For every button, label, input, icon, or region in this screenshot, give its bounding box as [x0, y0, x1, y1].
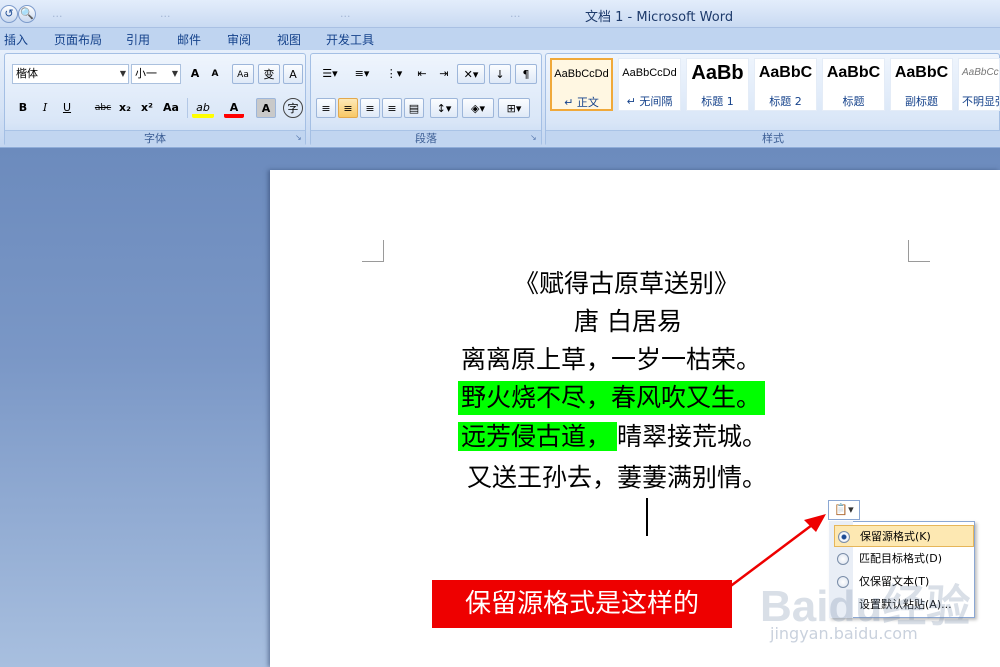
bullets-icon[interactable]: ☰▾	[316, 64, 344, 84]
subscript-button[interactable]: x₂	[116, 98, 134, 118]
numbering-icon[interactable]: ≡▾	[348, 64, 376, 84]
style-name: 标题 1	[701, 95, 734, 108]
font-color-button[interactable]: A	[224, 98, 244, 118]
style-no-spacing[interactable]: AaBbCcDd ↵ 无间隔	[618, 58, 681, 111]
show-marks-icon[interactable]: ¶	[515, 64, 537, 84]
style-normal[interactable]: AaBbCcDd ↵ 正文	[550, 58, 613, 111]
shading-icon[interactable]: ◈▾	[462, 98, 494, 118]
styles-group-label: 样式	[546, 130, 1000, 146]
italic-button[interactable]: I	[36, 98, 54, 118]
char-border-button[interactable]: A	[283, 64, 303, 84]
style-title[interactable]: AaBbC 标题	[822, 58, 885, 111]
style-heading-1[interactable]: AaBb 标题 1	[686, 58, 749, 111]
poem-title: 《赋得古原草送别》	[514, 269, 740, 298]
distributed-icon[interactable]: ▤	[404, 98, 424, 118]
title-bar	[0, 0, 1000, 28]
style-sample: AaBbCcI	[962, 67, 1000, 78]
highlighted-segment: 远芳侵古道，	[458, 422, 618, 451]
style-name: 副标题	[905, 95, 938, 108]
poem-line-3: 远芳侵古道， 晴翠接荒城。	[458, 420, 767, 454]
window-title: 文档 1 - Microsoft Word	[585, 10, 734, 25]
style-name: 不明显强	[962, 95, 999, 108]
style-subtle-emphasis[interactable]: AaBbCcI 不明显强	[958, 58, 1000, 111]
superscript-button[interactable]: x²	[138, 98, 156, 118]
tab-review[interactable]: 审阅	[227, 31, 251, 48]
font-name-combo[interactable]: 楷体 ▼	[12, 64, 129, 84]
style-sample: AaBbCcDd	[622, 67, 677, 79]
align-left-icon[interactable]: ≡	[316, 98, 336, 118]
sort-icon[interactable]: ↓	[489, 64, 511, 84]
style-heading-2[interactable]: AaBbC 标题 2	[754, 58, 817, 111]
faded-tab-1: ...	[52, 7, 63, 20]
borders-icon[interactable]: ⊞▾	[498, 98, 530, 118]
style-subtitle[interactable]: AaBbC 副标题	[890, 58, 953, 111]
strikethrough-button[interactable]: abc	[92, 98, 114, 118]
margin-corner-mark	[362, 240, 384, 262]
font-size-combo[interactable]: 小一 ▼	[131, 64, 181, 84]
shrink-font-button[interactable]: A	[206, 64, 224, 84]
clear-format-button[interactable]: Aa	[232, 64, 254, 84]
tab-developer[interactable]: 开发工具	[326, 31, 374, 48]
font-size-value: 小一	[135, 67, 157, 80]
style-sample: AaBbC	[826, 64, 881, 81]
change-case-button[interactable]: Aa	[160, 98, 182, 118]
line-spacing-icon[interactable]: ↕▾	[430, 98, 458, 118]
align-right-icon[interactable]: ≡	[360, 98, 380, 118]
style-sample: AaBbC	[758, 64, 813, 81]
faded-tab-4: ...	[510, 7, 521, 20]
poem-line-2-highlighted: 野火烧不尽，春风吹又生。	[458, 381, 766, 415]
undo-icon[interactable]: ↺	[0, 5, 18, 23]
tab-view[interactable]: 视图	[277, 31, 301, 48]
style-name: 标题 2	[769, 95, 802, 108]
style-name: ↵ 无间隔	[626, 95, 673, 108]
tab-page-layout[interactable]: 页面布局	[54, 31, 102, 48]
poem-line-4: 又送王孙去，萋萋满别情。	[467, 463, 768, 492]
tab-references[interactable]: 引用	[126, 31, 150, 48]
separator	[187, 98, 188, 118]
menu-item-label: 匹配目标格式(D)	[859, 552, 943, 565]
style-sample: AaBbCcDd	[554, 68, 609, 80]
font-dialog-launcher-icon[interactable]: ↘	[295, 133, 302, 142]
chevron-down-icon: ▼	[171, 69, 178, 78]
style-sample: AaBbC	[894, 64, 949, 81]
font-name-value: 楷体	[16, 67, 38, 80]
baidu-watermark-url: jingyan.baidu.com	[770, 624, 918, 643]
multilevel-list-icon[interactable]: ⋮▾	[380, 64, 408, 84]
decrease-indent-icon[interactable]: ⇤	[412, 64, 432, 84]
underline-button[interactable]: U	[58, 98, 76, 118]
faded-tab-3: ...	[340, 7, 351, 20]
tab-mailings[interactable]: 邮件	[177, 31, 201, 48]
increase-indent-icon[interactable]: ⇥	[434, 64, 454, 84]
paragraph-dialog-launcher-icon[interactable]: ↘	[530, 133, 537, 142]
style-name: ↵ 正文	[564, 96, 599, 109]
chinese-layout-icon[interactable]: ✕▾	[457, 64, 485, 84]
enclose-char-button[interactable]: 字	[283, 98, 303, 118]
margin-corner-mark	[908, 240, 930, 262]
style-name: 标题	[842, 95, 865, 108]
poem-line-1: 离离原上草，一岁一枯荣。	[461, 345, 762, 374]
plain-segment: 晴翠接荒城。	[617, 422, 768, 451]
annotation-callout: 保留源格式是这样的	[432, 580, 732, 628]
style-sample: AaBb	[691, 62, 744, 84]
font-group-label: 字体	[5, 130, 305, 146]
tab-insert[interactable]: 插入	[4, 31, 28, 48]
paragraph-group-label: 段落	[311, 130, 541, 146]
bold-button[interactable]: B	[14, 98, 32, 118]
grow-font-button[interactable]: A	[186, 64, 204, 84]
highlight-color-button[interactable]: ab	[192, 98, 214, 118]
text-cursor	[646, 498, 648, 536]
justify-icon[interactable]: ≡	[382, 98, 402, 118]
align-center-icon[interactable]: ≡	[338, 98, 358, 118]
phonetic-guide-button[interactable]: 变	[258, 64, 280, 84]
chevron-down-icon: ▼	[119, 69, 126, 78]
char-shading-button[interactable]: A	[256, 98, 276, 118]
menu-item-label: 保留源格式(K)	[860, 530, 931, 543]
poem-author: 唐 白居易	[574, 307, 682, 336]
quick-access-icon[interactable]: 🔍	[18, 5, 36, 23]
faded-tab-2: ...	[160, 7, 171, 20]
